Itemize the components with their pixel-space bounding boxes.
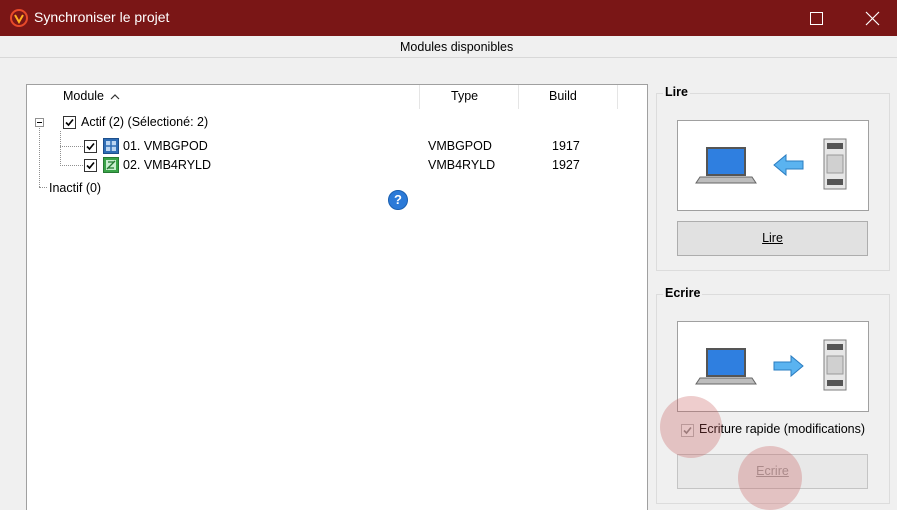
write-group-title: Ecrire [663,286,703,300]
module-build: 1927 [552,158,580,172]
glass-panel-icon [103,138,119,154]
module-name: 02. VMB4RYLD [123,158,212,172]
read-illustration [677,120,869,211]
maximize-icon [810,12,823,25]
checkmark-icon [86,161,95,170]
app-logo-icon [10,9,28,27]
title-bar: Synchroniser le projet [0,0,897,36]
write-group: Ecrire Ecriture rapide (modifications) E… [656,286,890,504]
module-checkbox[interactable] [84,159,97,172]
tree-line [60,165,83,166]
window-title: Synchroniser le projet [34,9,170,25]
sort-ascending-icon [111,94,120,100]
module-name: 01. VMBGPOD [123,139,208,153]
read-group: Lire Lire [656,85,890,271]
active-group-checkbox[interactable] [63,116,76,129]
read-group-title: Lire [663,85,690,99]
read-button[interactable]: Lire [677,221,868,256]
column-separator[interactable] [518,85,519,109]
modules-title: Modules disponibles [400,40,514,54]
close-icon [865,11,880,26]
active-group-label[interactable]: Actif (2) (Sélectioné: 2) [81,115,208,129]
column-header-build[interactable]: Build [549,89,577,103]
module-type: VMB4RYLD [428,158,496,172]
module-checkbox[interactable] [84,140,97,153]
laptop-to-module-icon [695,138,847,190]
module-type: VMBGPOD [428,139,492,153]
fast-write-label[interactable]: Ecriture rapide (modifications) [699,422,865,436]
fast-write-checkbox[interactable] [681,424,694,437]
modules-header: Modules disponibles [0,36,897,58]
write-button[interactable]: Ecrire [677,454,868,489]
column-separator[interactable] [419,85,420,109]
tree-line [60,131,61,166]
collapse-toggle[interactable] [35,118,44,127]
module-tree[interactable]: Module Type Build Actif (2) (Sélectioné:… [26,84,648,510]
inactive-group-label[interactable]: Inactif (0) [49,181,101,195]
laptop-to-module-icon [695,339,847,391]
help-icon[interactable]: ? [388,190,408,210]
checkmark-icon [683,426,692,435]
maximize-button[interactable] [794,0,840,36]
column-separator[interactable] [617,85,618,109]
tree-line [39,125,40,187]
checkmark-icon [65,118,74,127]
module-build: 1917 [552,139,580,153]
column-header-module[interactable]: Module [63,89,120,103]
checkmark-icon [86,142,95,151]
tree-line [39,187,47,188]
tree-line [60,146,83,147]
close-button[interactable] [850,0,896,36]
relay-module-icon [103,157,119,173]
write-illustration [677,321,869,412]
column-header-type[interactable]: Type [451,89,478,103]
